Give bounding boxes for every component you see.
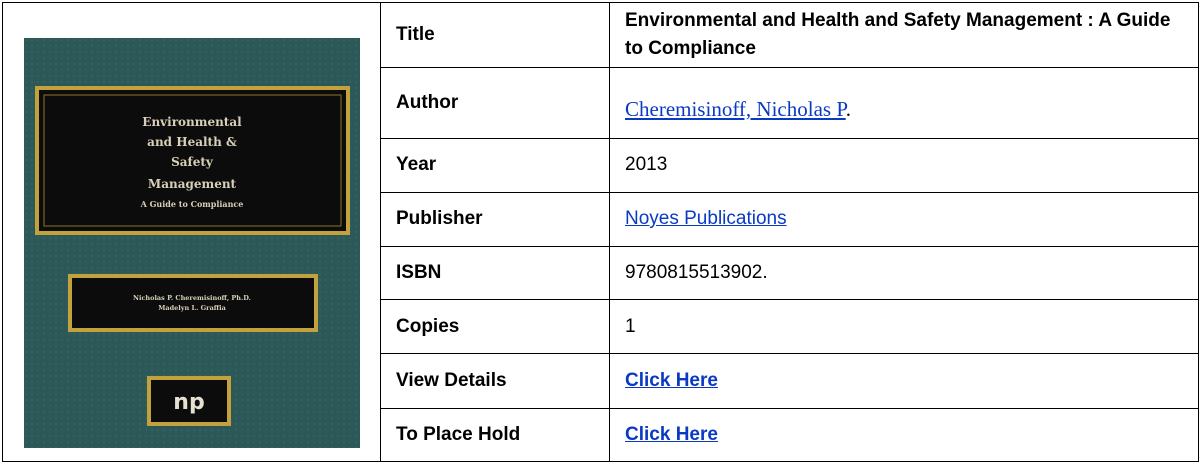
- author-suffix: .: [845, 96, 851, 121]
- cover-title-line-2: and Health &: [147, 135, 237, 149]
- value-author-cell: Cheremisinoff, Nicholas P.: [609, 67, 1199, 140]
- label-author: Author: [380, 67, 610, 140]
- view-details-link[interactable]: Click Here: [625, 370, 718, 391]
- value-copies: 1: [609, 299, 1199, 355]
- cover-author-1: Nicholas P. Cheremisinoff, Ph.D.: [133, 294, 251, 302]
- row-title: Environmental and Health & Safety Manage…: [2, 1, 1199, 462]
- publisher-link[interactable]: Noyes Publications: [625, 208, 787, 229]
- label-place-hold: To Place Hold: [380, 407, 610, 463]
- cover-title-line-4: Management: [147, 177, 236, 191]
- value-year: 2013: [609, 138, 1199, 193]
- value-title: Environmental and Health and Safety Mana…: [609, 1, 1199, 69]
- value-view-details-cell: Click Here: [609, 353, 1199, 409]
- cover-author-panel: [67, 274, 318, 332]
- value-publisher-cell: Noyes Publications: [609, 191, 1199, 247]
- value-isbn: 9780815513902.: [609, 245, 1199, 301]
- label-publisher: Publisher: [380, 191, 610, 247]
- cover-title-line-1: Environmental: [142, 115, 242, 129]
- cover-author-2: Madelyn L. Graffia: [158, 304, 226, 312]
- author-link[interactable]: Cheremisinoff, Nicholas P: [625, 97, 846, 121]
- publisher-logo-text: np: [173, 390, 204, 415]
- cover-cell: Environmental and Health & Safety Manage…: [2, 2, 381, 462]
- cover-subtitle: A Guide to Compliance: [139, 199, 243, 209]
- value-place-hold-cell: Click Here: [609, 407, 1199, 463]
- book-cover-graphic: Environmental and Health & Safety Manage…: [23, 38, 360, 448]
- label-year: Year: [380, 138, 610, 193]
- label-copies: Copies: [380, 299, 610, 355]
- label-title: Title: [380, 1, 610, 69]
- book-record: Environmental and Health & Safety Manage…: [2, 1, 1200, 463]
- label-isbn: ISBN: [380, 245, 610, 301]
- book-cover-image: Environmental and Health & Safety Manage…: [23, 38, 360, 448]
- book-details-table: Environmental and Health & Safety Manage…: [2, 1, 1199, 463]
- place-hold-link[interactable]: Click Here: [625, 424, 718, 445]
- cover-title-line-3: Safety: [171, 155, 214, 169]
- label-view-details: View Details: [380, 353, 610, 409]
